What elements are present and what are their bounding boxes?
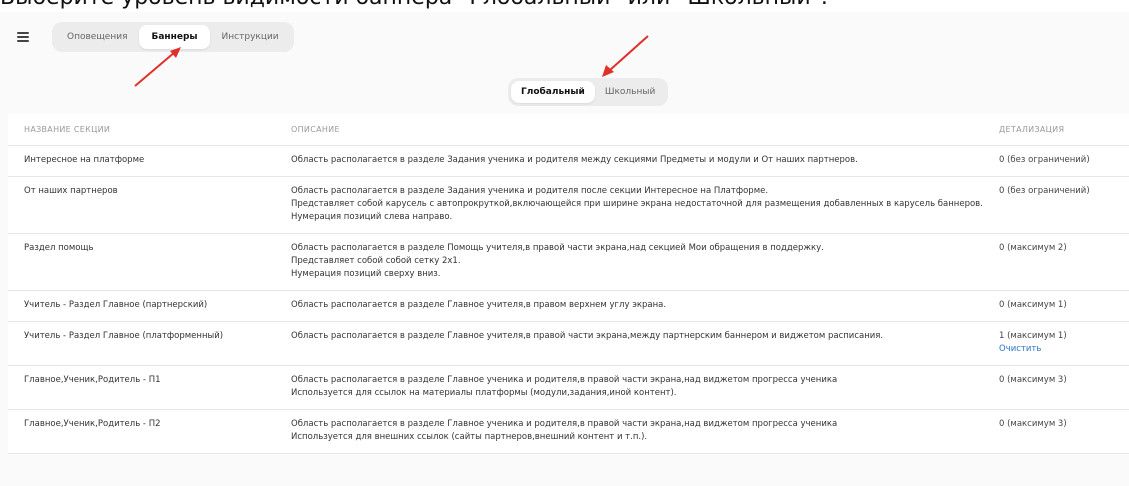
description-line: Используется для внешних ссылок (сайты п…: [291, 432, 648, 442]
section-name-cell: Учитель - Раздел Главное (партнерский): [24, 300, 208, 310]
description-line: Нумерация позиций слева направо.: [291, 212, 453, 222]
description-cell: Область располагается в разделе Задания …: [291, 185, 999, 224]
detail-value: 0 (максимум 3): [999, 375, 1067, 385]
table-row[interactable]: Учитель - Раздел Главное (партнерский) Об…: [8, 291, 1129, 322]
banner-sections-table: НАЗВАНИЕ СЕКЦИИ ОПИСАНИЕ ДЕТАЛИЗАЦИЯ Инт…: [8, 114, 1129, 454]
detail-value: 0 (максимум 3): [999, 419, 1067, 429]
tab-notifications[interactable]: Оповещения: [55, 25, 139, 49]
detail-value: 0 (без ограничений): [999, 155, 1090, 165]
description-line: Область располагается в разделе Задания …: [291, 155, 858, 165]
description-line: Область располагается в разделе Главное …: [291, 375, 838, 385]
description-cell: Область располагается в разделе Главное …: [291, 299, 999, 312]
section-name-cell: Раздел помощь: [24, 243, 94, 253]
description-line: Область располагается в разделе Главное …: [291, 300, 667, 310]
section-name-cell: Главное,Ученик,Родитель - П2: [24, 419, 161, 429]
table-row[interactable]: Учитель - Раздел Главное (платформенный)…: [8, 322, 1129, 366]
detail-value: 1 (максимум 1): [999, 331, 1067, 341]
table-header: НАЗВАНИЕ СЕКЦИИ ОПИСАНИЕ ДЕТАЛИЗАЦИЯ: [8, 114, 1129, 146]
description-line: Представляет собой собой сетку 2x1.: [291, 256, 461, 266]
description-line: Представляет собой карусель с автопрокру…: [291, 199, 983, 209]
table-row[interactable]: Интересное на платформе Область располага…: [8, 146, 1129, 177]
visibility-level-switch: Глобальный Школьный: [508, 78, 669, 106]
tab-banners[interactable]: Баннеры: [139, 25, 210, 49]
header-section-name: НАЗВАНИЕ СЕКЦИИ: [24, 125, 111, 134]
description-cell: Область располагается в разделе Главное …: [291, 374, 999, 400]
admin-app: Оповещения Баннеры Инструкции Глобальный…: [0, 12, 1129, 486]
table-row[interactable]: От наших партнеров Область располагается …: [8, 177, 1129, 234]
description-line: Область располагается в разделе Задания …: [291, 186, 769, 196]
section-name-cell: Интересное на платформе: [24, 155, 145, 165]
description-cell: Область располагается в разделе Главное …: [291, 418, 999, 444]
detail-cell: 0 (максимум 1): [999, 299, 1129, 312]
detail-value: 0 (максимум 2): [999, 243, 1067, 253]
detail-cell: 1 (максимум 1) Очистить: [999, 330, 1129, 356]
detail-value: 0 (без ограничений): [999, 186, 1090, 196]
detail-cell: 0 (без ограничений): [999, 154, 1129, 167]
table-row[interactable]: Главное,Ученик,Родитель - П1 Область расп…: [8, 366, 1129, 410]
description-line: Нумерация позиций сверху вниз.: [291, 269, 441, 279]
clear-link[interactable]: Очистить: [999, 343, 1129, 356]
section-name-cell: От наших партнеров: [24, 186, 118, 196]
detail-cell: 0 (без ограничений): [999, 185, 1129, 224]
tab-instructions[interactable]: Инструкции: [210, 25, 291, 49]
level-school-option[interactable]: Школьный: [595, 81, 665, 103]
hamburger-menu-icon[interactable]: [8, 22, 38, 52]
description-cell: Область располагается в разделе Главное …: [291, 330, 999, 356]
header-description: ОПИСАНИЕ: [291, 125, 340, 134]
header-detail: ДЕТАЛИЗАЦИЯ: [999, 125, 1065, 134]
detail-cell: 0 (максимум 2): [999, 242, 1129, 281]
description-line: Используется для ссылок на материалы пла…: [291, 388, 677, 398]
instruction-caption: Выберите уровень видимости баннера "Глоб…: [0, 0, 1129, 10]
description-line: Область располагается в разделе Главное …: [291, 331, 884, 341]
top-bar: Оповещения Баннеры Инструкции: [8, 20, 294, 54]
table-row[interactable]: Раздел помощь Область располагается в раз…: [8, 234, 1129, 291]
section-name-cell: Главное,Ученик,Родитель - П1: [24, 375, 161, 385]
detail-cell: 0 (максимум 3): [999, 418, 1129, 444]
description-cell: Область располагается в разделе Помощь у…: [291, 242, 999, 281]
level-global-option[interactable]: Глобальный: [511, 81, 595, 103]
description-cell: Область располагается в разделе Задания …: [291, 154, 999, 167]
table-row[interactable]: Главное,Ученик,Родитель - П2 Область расп…: [8, 410, 1129, 454]
detail-value: 0 (максимум 1): [999, 300, 1067, 310]
table-body: Интересное на платформе Область располага…: [8, 146, 1129, 454]
section-name-cell: Учитель - Раздел Главное (платформенный): [24, 331, 224, 341]
description-line: Область располагается в разделе Главное …: [291, 419, 838, 429]
description-line: Область располагается в разделе Помощь у…: [291, 243, 824, 253]
section-tabs: Оповещения Баннеры Инструкции: [52, 22, 294, 52]
detail-cell: 0 (максимум 3): [999, 374, 1129, 400]
